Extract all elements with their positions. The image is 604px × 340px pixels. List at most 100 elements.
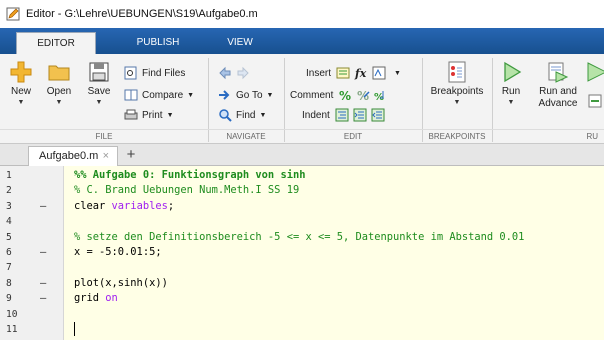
chevron-down-icon: ▼ bbox=[17, 99, 25, 106]
code-line[interactable]: 9 — grid on bbox=[0, 291, 604, 306]
advance-button[interactable] bbox=[588, 92, 604, 110]
print-button[interactable]: Print ▼ bbox=[124, 106, 174, 124]
uncomment-icon: % bbox=[356, 88, 370, 103]
run-section-icon bbox=[586, 60, 604, 84]
code-token: % setze den Definitionsbereich -5 <= x <… bbox=[74, 230, 525, 243]
comment-button[interactable]: Comment % % % bbox=[290, 86, 392, 104]
line-number: 1 bbox=[6, 170, 12, 181]
editor-pencil-icon bbox=[6, 7, 20, 21]
code-editor[interactable]: 1 %% Aufgabe 0: Funktionsgraph von sinh 2%… bbox=[0, 166, 604, 340]
tab-view[interactable]: VIEW bbox=[212, 32, 268, 54]
line-number: 11 bbox=[6, 324, 18, 335]
code-line[interactable]: 7 bbox=[0, 260, 604, 275]
indent-label: Indent bbox=[302, 109, 330, 121]
indent-button[interactable]: Indent bbox=[302, 106, 389, 124]
executable-line-marker[interactable]: — bbox=[40, 276, 46, 291]
breakpoints-button[interactable]: Breakpoints ▼ bbox=[426, 58, 488, 107]
add-tab-button[interactable]: + bbox=[122, 147, 140, 165]
insert-label: Insert bbox=[306, 67, 332, 79]
advance-icon bbox=[588, 94, 602, 108]
line-number: 3 bbox=[6, 200, 12, 212]
smart-indent-icon bbox=[335, 108, 349, 122]
chevron-down-icon: ▼ bbox=[507, 99, 515, 106]
new-plus-icon bbox=[9, 60, 33, 84]
code-text: x = -5:0.01:5; bbox=[74, 245, 162, 260]
breakpoints-label: Breakpoints bbox=[430, 86, 484, 97]
window-title: Editor - G:\Lehre\UEBUNGEN\S19\Aufgabe0.… bbox=[26, 8, 258, 20]
code-token: clear bbox=[74, 199, 112, 212]
goto-label: Go To bbox=[236, 89, 263, 101]
group-label-navigate: NAVIGATE bbox=[208, 129, 284, 143]
line-number: 10 bbox=[6, 308, 18, 320]
insert-function-icon bbox=[372, 66, 386, 80]
code-line[interactable]: 11 bbox=[0, 322, 604, 337]
back-arrow-icon bbox=[218, 66, 232, 80]
find-files-button[interactable]: Find Files bbox=[124, 64, 185, 82]
find-button[interactable]: Find ▼ bbox=[218, 106, 266, 124]
decrease-indent-icon bbox=[371, 108, 385, 122]
goto-arrow-icon bbox=[218, 88, 232, 102]
code-text: % C. Brand Uebungen Num.Meth.I SS 19 bbox=[74, 183, 299, 198]
executable-line-marker[interactable]: — bbox=[40, 199, 46, 214]
code-token: plot(x,sinh(x)) bbox=[74, 276, 168, 289]
find-label: Find bbox=[236, 109, 256, 121]
comment-percent-icon: % bbox=[338, 88, 352, 103]
close-icon[interactable]: × bbox=[103, 147, 109, 165]
executable-line-marker[interactable]: — bbox=[40, 245, 46, 260]
chevron-down-icon: ▼ bbox=[166, 111, 174, 119]
group-label-run: RU bbox=[492, 129, 604, 143]
code-line[interactable]: 2 % C. Brand Uebungen Num.Meth.I SS 19 bbox=[0, 183, 604, 198]
group-label-file: FILE bbox=[0, 129, 208, 143]
code-token: grid bbox=[74, 292, 106, 305]
code-token: on bbox=[105, 292, 118, 305]
compare-icon bbox=[124, 88, 138, 102]
group-label-breakpoints: BREAKPOINTS bbox=[422, 129, 492, 143]
code-line[interactable]: 4 bbox=[0, 214, 604, 229]
run-label: Run bbox=[501, 86, 521, 97]
code-line[interactable]: 1 %% Aufgabe 0: Funktionsgraph von sinh bbox=[0, 168, 604, 183]
search-icon bbox=[218, 108, 232, 122]
insert-button[interactable]: Insert fx ▼ bbox=[306, 64, 401, 82]
code-token: ; bbox=[167, 199, 175, 212]
wrap-comments-icon: % bbox=[374, 88, 388, 103]
new-button[interactable]: New ▼ bbox=[6, 58, 36, 107]
tab-publish[interactable]: PUBLISH bbox=[118, 32, 198, 54]
chevron-down-icon: ▼ bbox=[453, 99, 461, 106]
run-and-advance-button[interactable]: Run and Advance bbox=[534, 58, 582, 110]
code-line[interactable]: 8 — plot(x,sinh(x)) bbox=[0, 276, 604, 291]
tab-editor[interactable]: EDITOR bbox=[16, 32, 96, 54]
file-tab-label: Aufgabe0.m bbox=[39, 150, 99, 162]
group-label-edit: EDIT bbox=[284, 129, 422, 143]
svg-text:%: % bbox=[357, 89, 369, 102]
ribbon-toolstrip: New ▼ Open ▼ Save ▼ Find Files Compare ▼… bbox=[0, 54, 604, 144]
executable-line-marker[interactable]: — bbox=[40, 291, 46, 306]
insert-section-icon bbox=[336, 66, 350, 80]
chevron-down-icon: ▼ bbox=[55, 99, 63, 106]
comment-label: Comment bbox=[290, 89, 334, 101]
line-number: 8 bbox=[6, 277, 12, 289]
back-forward-buttons[interactable] bbox=[218, 64, 254, 82]
goto-button[interactable]: Go To ▼ bbox=[218, 86, 273, 104]
run-triangle-icon bbox=[499, 60, 523, 84]
run-button[interactable]: Run ▼ bbox=[496, 58, 526, 107]
run-section-button[interactable] bbox=[586, 58, 604, 86]
chevron-down-icon: ▼ bbox=[394, 69, 401, 77]
code-token: x = -5:0.01:5; bbox=[74, 246, 162, 258]
code-line[interactable]: 6 — x = -5:0.01:5; bbox=[0, 245, 604, 260]
code-line[interactable]: 10 bbox=[0, 307, 604, 322]
line-number: 2 bbox=[6, 185, 12, 197]
print-label: Print bbox=[142, 109, 163, 121]
file-tab-aufgabe0[interactable]: Aufgabe0.m × bbox=[28, 146, 118, 166]
increase-indent-icon bbox=[353, 108, 367, 122]
compare-button[interactable]: Compare ▼ bbox=[124, 86, 194, 104]
save-button[interactable]: Save ▼ bbox=[84, 58, 114, 107]
code-line[interactable]: 3 — clear variables; bbox=[0, 199, 604, 214]
compare-label: Compare bbox=[142, 89, 184, 101]
code-line[interactable]: 5 % setze den Definitionsbereich -5 <= x … bbox=[0, 230, 604, 245]
ribbon-tab-strip: EDITOR PUBLISH VIEW bbox=[0, 28, 604, 54]
chevron-down-icon: ▼ bbox=[259, 111, 267, 119]
fx-icon: fx bbox=[354, 66, 368, 80]
chevron-down-icon: ▼ bbox=[95, 99, 103, 106]
save-disk-icon bbox=[87, 60, 111, 84]
open-button[interactable]: Open ▼ bbox=[44, 58, 74, 107]
